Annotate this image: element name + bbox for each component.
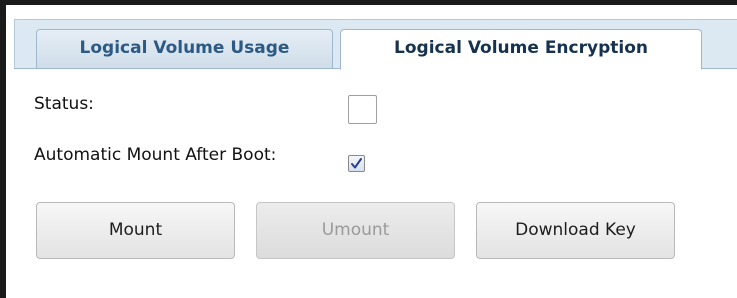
status-label: Status: bbox=[34, 94, 94, 114]
tab-logical-volume-usage[interactable]: Logical Volume Usage bbox=[36, 29, 333, 69]
mount-button[interactable]: Mount bbox=[36, 202, 235, 259]
automatic-mount-label: Automatic Mount After Boot: bbox=[34, 145, 277, 165]
tab-logical-volume-encryption[interactable]: Logical Volume Encryption bbox=[340, 29, 702, 70]
automatic-mount-checkbox[interactable] bbox=[348, 155, 365, 172]
window-frame: Logical Volume Usage Logical Volume Encr… bbox=[0, 0, 737, 298]
checkmark-icon bbox=[351, 158, 362, 169]
umount-button[interactable]: Umount bbox=[256, 202, 455, 259]
download-key-button[interactable]: Download Key bbox=[476, 202, 675, 259]
status-checkbox[interactable] bbox=[348, 95, 377, 124]
